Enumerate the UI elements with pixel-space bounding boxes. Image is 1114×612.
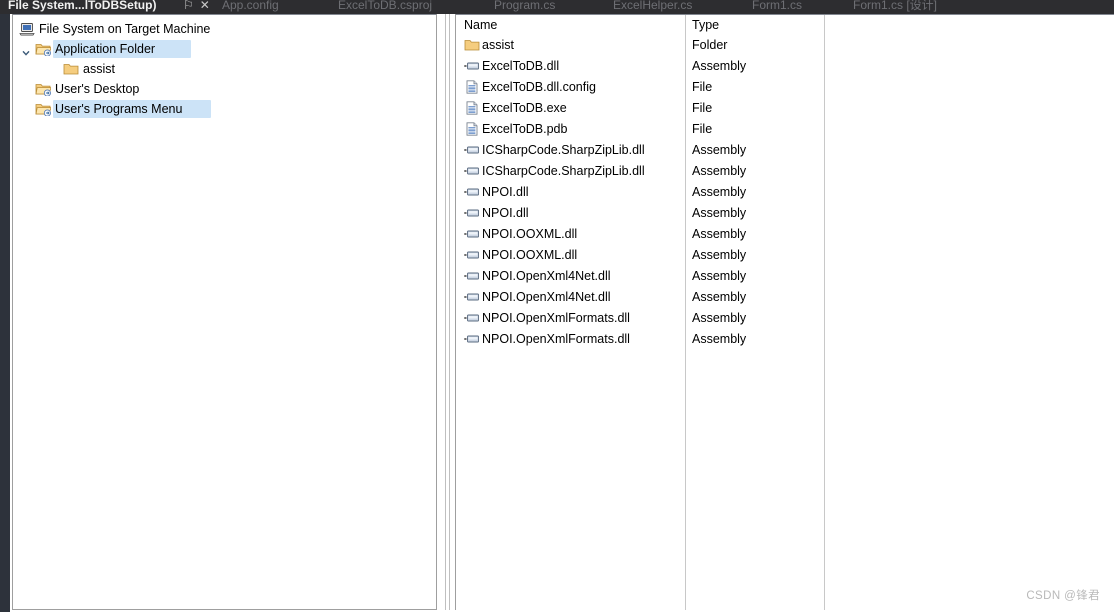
tree-item[interactable]: File System on Target Machine bbox=[13, 19, 436, 39]
file-name: NPOI.OOXML.dll bbox=[482, 248, 578, 262]
file-system-tree: File System on Target Machine Application… bbox=[13, 15, 436, 119]
editor-tab-5[interactable]: Form1.cs bbox=[752, 0, 802, 14]
assembly-icon bbox=[464, 332, 480, 353]
file-list-row[interactable]: NPOI.OOXML.dll Assembly bbox=[456, 245, 1114, 266]
file-list-column-header: Name Type bbox=[456, 15, 1114, 35]
tree-item[interactable]: assist bbox=[13, 59, 436, 79]
file-type: Assembly bbox=[692, 290, 747, 304]
file-name: ExcelToDB.dll.config bbox=[482, 80, 596, 94]
file-list-row[interactable]: NPOI.OpenXml4Net.dll Assembly bbox=[456, 266, 1114, 287]
editor-tab-6[interactable]: Form1.cs [设计] bbox=[853, 0, 937, 14]
panel-splitter[interactable] bbox=[441, 14, 453, 610]
file-list-row[interactable]: ICSharpCode.SharpZipLib.dll Assembly bbox=[456, 140, 1114, 161]
file-list-row[interactable]: NPOI.OOXML.dll Assembly bbox=[456, 224, 1114, 245]
file-name: NPOI.OpenXml4Net.dll bbox=[482, 269, 611, 283]
tree-item-label: Application Folder bbox=[55, 42, 156, 56]
folder-special-icon bbox=[35, 42, 52, 62]
tree-item-label: assist bbox=[83, 62, 115, 76]
window-left-edge bbox=[0, 14, 10, 612]
file-list-row[interactable]: NPOI.OpenXmlFormats.dll Assembly bbox=[456, 329, 1114, 350]
file-list-row[interactable]: ExcelToDB.dll Assembly bbox=[456, 56, 1114, 77]
file-type: Assembly bbox=[692, 227, 747, 241]
tree-item[interactable]: User's Desktop bbox=[13, 79, 436, 99]
file-list-row[interactable]: assist Folder bbox=[456, 35, 1114, 56]
tab-controls: ⚐ ✕ bbox=[183, 0, 216, 14]
tree-item[interactable]: User's Programs Menu bbox=[13, 99, 436, 119]
tree-item[interactable]: Application Folder bbox=[13, 39, 436, 59]
file-name: ICSharpCode.SharpZipLib.dll bbox=[482, 143, 645, 157]
editor-tab-2[interactable]: ExcelToDB.csproj bbox=[338, 0, 432, 14]
file-name: ICSharpCode.SharpZipLib.dll bbox=[482, 164, 645, 178]
editor-tab-strip: File System...lToDBSetup) App.config Excel… bbox=[0, 0, 1114, 14]
editor-tab-0[interactable]: File System...lToDBSetup) bbox=[8, 0, 156, 14]
file-list-panel: Name Type assist Folder ExcelToDB.dll Assemb… bbox=[455, 14, 1114, 610]
file-list-row[interactable]: NPOI.OpenXmlFormats.dll Assembly bbox=[456, 308, 1114, 329]
file-type: Folder bbox=[692, 38, 728, 52]
folder-special-icon bbox=[35, 82, 52, 102]
file-name: assist bbox=[482, 38, 514, 52]
watermark: CSDN @锋君 bbox=[1026, 590, 1100, 602]
column-header-name[interactable]: Name bbox=[464, 15, 497, 35]
folder-special-icon bbox=[35, 102, 52, 122]
file-type: Assembly bbox=[692, 248, 747, 262]
column-divider-0[interactable] bbox=[685, 15, 686, 610]
column-divider-1[interactable] bbox=[824, 15, 825, 610]
file-name: ExcelToDB.exe bbox=[482, 101, 567, 115]
editor-tab-3[interactable]: Program.cs bbox=[494, 0, 555, 14]
file-type: Assembly bbox=[692, 59, 747, 73]
file-type: Assembly bbox=[692, 332, 747, 346]
file-name: NPOI.OOXML.dll bbox=[482, 227, 578, 241]
file-list-row[interactable]: NPOI.dll Assembly bbox=[456, 182, 1114, 203]
file-list-rows: assist Folder ExcelToDB.dll Assembly ExcelTo… bbox=[456, 35, 1114, 350]
file-system-tree-panel: File System on Target Machine Application… bbox=[12, 14, 437, 610]
tree-item-label: File System on Target Machine bbox=[39, 22, 211, 36]
file-type: File bbox=[692, 101, 713, 115]
file-type: Assembly bbox=[692, 143, 747, 157]
file-type: Assembly bbox=[692, 185, 747, 199]
file-list-row[interactable]: NPOI.dll Assembly bbox=[456, 203, 1114, 224]
file-list-row[interactable]: ExcelToDB.pdb File bbox=[456, 119, 1114, 140]
file-type: Assembly bbox=[692, 206, 747, 220]
file-name: NPOI.OpenXmlFormats.dll bbox=[482, 311, 630, 325]
close-icon[interactable]: ✕ bbox=[200, 0, 210, 12]
tree-item-label: User's Desktop bbox=[55, 82, 140, 96]
file-list-row[interactable]: ExcelToDB.exe File bbox=[456, 98, 1114, 119]
splitter-bar[interactable] bbox=[445, 14, 450, 610]
column-header-type[interactable]: Type bbox=[692, 15, 719, 35]
chevron-down-icon[interactable] bbox=[21, 44, 31, 56]
file-type: Assembly bbox=[692, 269, 747, 283]
folder-icon bbox=[63, 62, 79, 82]
file-type: Assembly bbox=[692, 164, 747, 178]
file-list-row[interactable]: ICSharpCode.SharpZipLib.dll Assembly bbox=[456, 161, 1114, 182]
file-name: NPOI.OpenXmlFormats.dll bbox=[482, 332, 630, 346]
file-name: NPOI.OpenXml4Net.dll bbox=[482, 290, 611, 304]
editor-tab-4[interactable]: ExcelHelper.cs bbox=[613, 0, 692, 14]
file-name: ExcelToDB.dll bbox=[482, 59, 560, 73]
file-list-row[interactable]: ExcelToDB.dll.config File bbox=[456, 77, 1114, 98]
file-list-row[interactable]: NPOI.OpenXml4Net.dll Assembly bbox=[456, 287, 1114, 308]
file-type: File bbox=[692, 80, 713, 94]
editor-tab-1[interactable]: App.config bbox=[222, 0, 279, 14]
tree-item-label: User's Programs Menu bbox=[55, 102, 183, 116]
computer-icon bbox=[19, 22, 35, 42]
file-type: File bbox=[692, 122, 713, 136]
pin-icon[interactable]: ⚐ bbox=[183, 0, 194, 12]
file-name: ExcelToDB.pdb bbox=[482, 122, 568, 136]
file-name: NPOI.dll bbox=[482, 185, 529, 199]
file-name: NPOI.dll bbox=[482, 206, 529, 220]
file-type: Assembly bbox=[692, 311, 747, 325]
